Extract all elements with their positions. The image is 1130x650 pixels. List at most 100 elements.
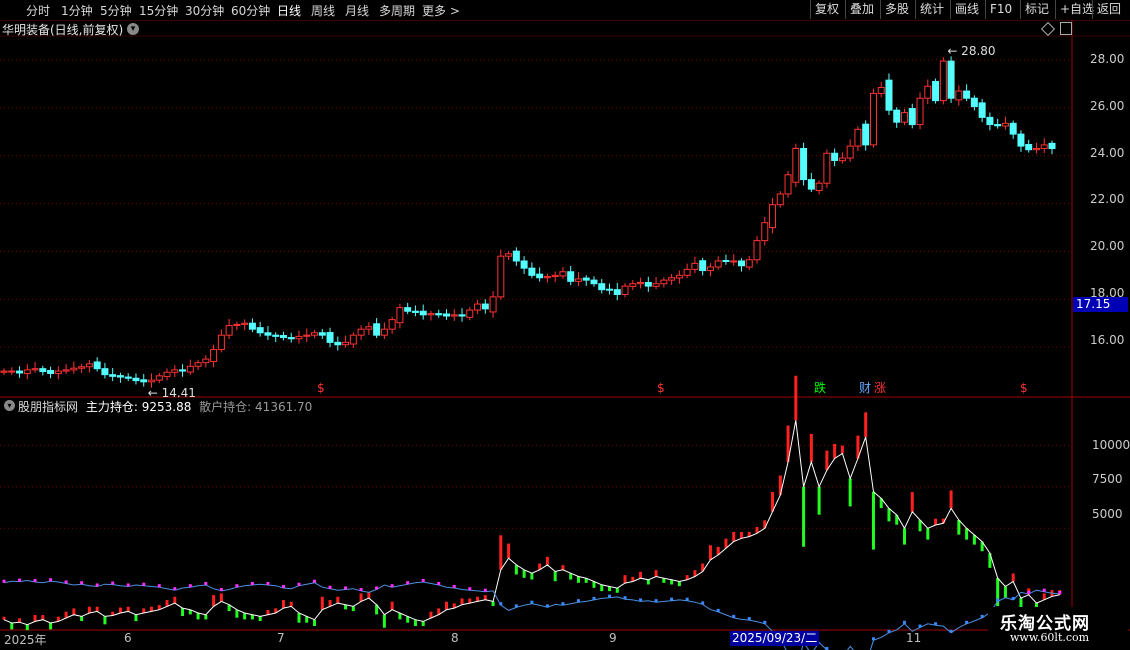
retail-bar [359,587,363,591]
event-marker-rise[interactable]: 涨 [873,382,887,395]
main-up-bar [118,607,122,614]
candle-body [256,327,264,334]
candle-body [155,375,163,381]
retail-bar [95,583,99,587]
main-up-bar [460,598,464,605]
candle-body [505,253,513,257]
main-up-bar [1011,573,1015,582]
main-up-bar [545,556,549,565]
main-down-bar [615,588,619,593]
candle-body [1040,144,1048,149]
retail-bar [33,578,37,582]
retail-bar [499,602,503,606]
main-up-bar [483,595,487,600]
main-down-bar [553,571,557,582]
chevron-down-icon[interactable]: ▾ [127,23,139,35]
crosshair-date-tag: 2025/09/23/二 [730,631,820,646]
candle-body [807,179,815,190]
retail-bar [64,580,68,584]
candle-body [877,86,885,94]
main-down-bar [817,486,821,515]
main-up-bar [41,615,45,620]
event-marker-drop[interactable]: 跌 [813,382,827,395]
event-marker-dividend[interactable]: $ [1019,382,1029,395]
retail-position-label: 散户持仓: [199,400,252,414]
candle-body [559,271,567,277]
candle-body [854,128,862,147]
retail-bar [996,598,1000,602]
candle-body [365,326,373,330]
retail-bar [685,597,689,601]
candle-body [831,152,839,161]
candle-body [637,282,645,285]
site-watermark: 乐淘公式网 www.60lt.com [988,607,1128,649]
candle-body [737,260,745,267]
candle-body [272,334,280,337]
main-down-bar [258,616,262,622]
candle-body [171,369,179,373]
retail-bar [421,578,425,582]
main-down-bar [871,491,875,550]
candle-body [458,314,466,317]
candle-body [54,370,62,374]
candle-body [39,368,47,373]
main-down-bar [49,623,53,630]
candle-body [132,377,140,382]
main-up-bar [623,575,627,584]
main-position-label: 主力持仓: [85,400,138,414]
retail-bar [2,579,6,583]
chart-canvas[interactable]: ← 28.80← 14.41 [0,0,1130,650]
retail-bar [483,588,487,592]
retail-bar [344,586,348,590]
main-up-bar [320,596,324,610]
candle-body [815,182,823,191]
retail-bar [111,581,115,585]
retail-bar [1042,588,1046,592]
retail-position-value: 41361.70 [255,400,313,414]
main-up-bar [499,535,503,570]
main-down-bar [413,619,417,627]
main-up-bar [732,531,736,542]
retail-bar [654,599,658,603]
retail-bar [297,582,301,586]
candle-body [85,363,93,368]
retail-bar [1027,590,1031,594]
chart-frame [0,20,1130,631]
retail-bar [716,608,720,612]
main-up-bar [281,600,285,609]
candle-body [590,279,598,285]
candle-body [31,368,39,371]
indicator-menu-icon[interactable]: ▾ [4,400,15,411]
price-axis-label: 16.00 [1090,333,1125,347]
candle-body [784,174,792,195]
retail-bar [561,602,565,606]
candle-body [862,123,870,146]
candle-body [179,369,187,372]
event-marker-finance[interactable]: 财 [858,382,872,395]
candle-body [62,369,70,372]
panel-toggle-icon[interactable] [1060,22,1072,35]
main-up-bar [840,445,844,454]
candle-body [93,361,101,370]
retail-bar [1058,590,1062,594]
candle-body [342,341,350,346]
candle-body [78,366,86,369]
retail-bar [188,584,192,588]
candle-body [769,204,777,229]
main-down-bar [25,624,29,631]
event-marker-dividend[interactable]: $ [316,382,326,395]
candle-body [450,314,458,317]
main-down-bar [181,608,185,617]
main-up-bar [507,543,511,559]
candle-body [497,255,505,298]
candle-body [489,296,497,313]
candle-body [916,97,924,126]
candle-body [202,358,210,364]
candle-body [70,367,78,371]
price-axis-label: 22.00 [1090,192,1125,206]
retail-bar [934,622,938,626]
event-marker-dividend[interactable]: $ [656,382,666,395]
main-up-bar [390,601,394,610]
main-up-bar [72,608,76,615]
date-axis-label: 8 [451,631,459,645]
